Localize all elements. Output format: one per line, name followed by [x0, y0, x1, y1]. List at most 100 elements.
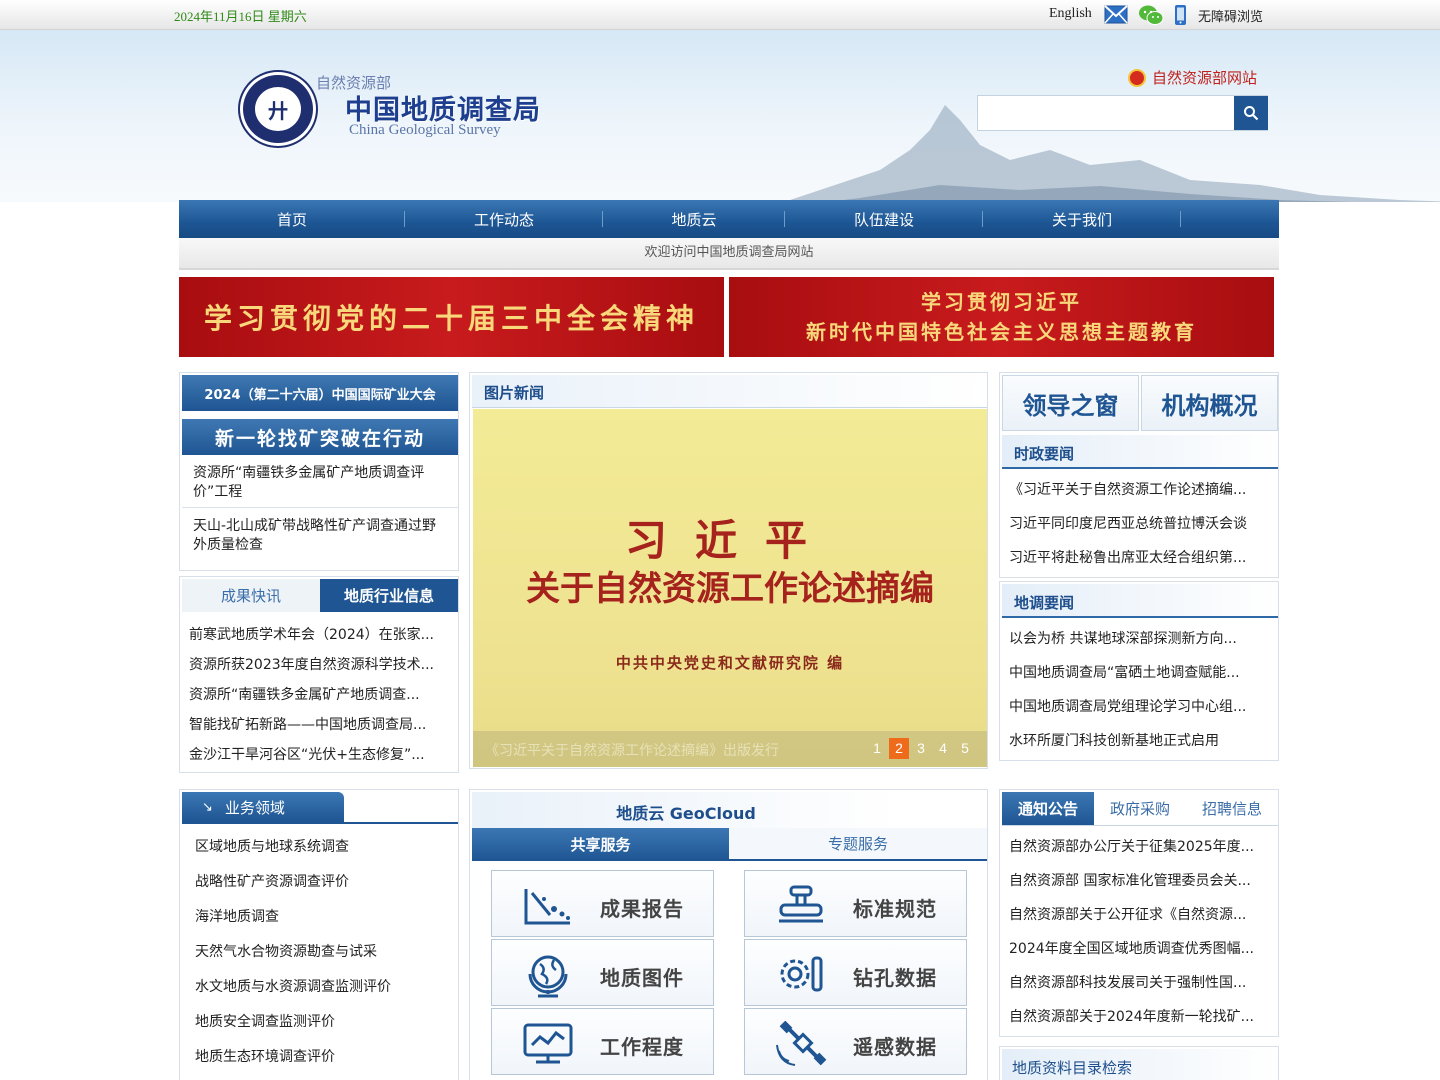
- service-label: 钻孔数据: [853, 966, 937, 990]
- cgs-logo[interactable]: 廾: [240, 72, 316, 146]
- list-item[interactable]: 前寒武地质学术年会（2024）在张家...: [189, 624, 451, 644]
- landslide-icon: [524, 889, 570, 925]
- service-label: 标准规范: [853, 897, 937, 921]
- search-box: [977, 95, 1268, 131]
- nav-geocloud[interactable]: 地质云: [603, 200, 785, 238]
- prospecting-breakthrough-banner[interactable]: 新一轮找矿突破在行动: [182, 419, 458, 455]
- service-results-report[interactable]: 成果报告: [491, 870, 714, 937]
- list-item[interactable]: 2024年度全国区域地质调查优秀图幅...: [1009, 938, 1271, 958]
- list-item[interactable]: 自然资源部关于2024年度新一轮找矿...: [1009, 1006, 1271, 1026]
- business-item[interactable]: 海洋地质调查: [195, 906, 279, 926]
- tab-notices[interactable]: 通知公告: [1002, 792, 1094, 825]
- list-item[interactable]: 以会为桥 共谋地球深部探测新方向...: [1009, 628, 1271, 648]
- list-item[interactable]: 中国地质调查局党组理论学习中心组...: [1009, 696, 1271, 716]
- service-borehole-data[interactable]: 钻孔数据: [744, 939, 967, 1006]
- nav-about[interactable]: 关于我们: [983, 200, 1181, 238]
- list-item[interactable]: 习近平将赴秘鲁出席亚太经合组织第...: [1009, 547, 1271, 567]
- slide-page-3[interactable]: 3: [911, 738, 931, 759]
- tab-recruitment[interactable]: 招聘信息: [1186, 792, 1278, 825]
- politics-news-title: 时政要闻: [1014, 445, 1075, 463]
- service-remote-sensing[interactable]: 遥感数据: [744, 1008, 967, 1075]
- organization-overview-button[interactable]: 机构概况: [1141, 375, 1278, 431]
- business-item[interactable]: 天然气水合物资源勘查与试采: [195, 941, 377, 961]
- tab-shared-services[interactable]: 共享服务: [472, 828, 729, 861]
- slide-subheading: 关于自然资源工作论述摘编: [526, 569, 934, 609]
- mnr-website-label: 自然资源部网站: [1152, 69, 1258, 87]
- main-nav: 首页 工作动态 地质云 队伍建设 关于我们: [179, 200, 1279, 238]
- slide-caption[interactable]: 《习近平关于自然资源工作论述摘编》出版发行: [485, 740, 779, 760]
- photo-news-panel: 图片新闻 习近平 关于自然资源工作论述摘编 中共中央党史和文献研究院 编 《习近…: [469, 372, 988, 769]
- tab-topic-services[interactable]: 专题服务: [729, 828, 987, 861]
- prospecting-panel: 2024（第二十六届）中国国际矿业大会 新一轮找矿突破在行动 资源所“南疆铁多金…: [179, 372, 459, 571]
- gear-icon: [780, 956, 823, 992]
- mining-conference-banner[interactable]: 2024（第二十六届）中国国际矿业大会: [182, 375, 458, 411]
- tab-industry-info[interactable]: 地质行业信息: [320, 579, 458, 612]
- logo-english-title: China Geological Survey: [349, 122, 501, 138]
- photo-news-slide[interactable]: 习近平 关于自然资源工作论述摘编 中共中央党史和文献研究院 编 《习近平关于自然…: [473, 409, 987, 767]
- business-item[interactable]: 区域地质与地球系统调查: [195, 836, 349, 856]
- search-icon: [1244, 106, 1259, 121]
- survey-news-title: 地调要闻: [1014, 594, 1075, 612]
- english-link[interactable]: English: [1049, 6, 1092, 22]
- business-item[interactable]: 地质安全调查监测评价: [195, 1011, 335, 1031]
- banner-theme-education[interactable]: 学习贯彻习近平 新时代中国特色社会主义思想主题教育: [729, 277, 1274, 357]
- service-label: 成果报告: [600, 897, 684, 921]
- business-item[interactable]: 水文地质与水资源调查监测评价: [195, 976, 391, 996]
- list-item[interactable]: 自然资源部 国家标准化管理委员会关...: [1009, 870, 1271, 890]
- tab-results-news[interactable]: 成果快讯: [182, 579, 320, 612]
- notices-panel: 通知公告 政府采购 招聘信息 自然资源部办公厅关于征集2025年度... 自然资…: [999, 789, 1279, 1037]
- top-bar: 2024年11月16日 星期六 English 无障碍浏览: [0, 0, 1440, 30]
- slide-heading: 习近平: [624, 516, 835, 565]
- service-label: 工作程度: [600, 1035, 684, 1059]
- list-item[interactable]: 资源所“南疆铁多金属矿产地质调查...: [189, 684, 451, 704]
- banner-line-1: 学习贯彻习近平: [921, 290, 1082, 314]
- business-areas-title: 业务领域: [224, 798, 285, 817]
- list-item[interactable]: 资源所获2023年度自然资源科学技术...: [189, 654, 451, 674]
- divider: [182, 822, 458, 824]
- mobile-icon[interactable]: [1174, 4, 1187, 30]
- list-item[interactable]: 自然资源部关于公开征求《自然资源...: [1009, 904, 1271, 924]
- nav-team[interactable]: 队伍建设: [785, 200, 983, 238]
- nav-home[interactable]: 首页: [179, 200, 405, 238]
- list-item[interactable]: 水环所厦门科技创新基地正式启用: [1009, 730, 1271, 750]
- leaders-window-button[interactable]: 领导之窗: [1002, 375, 1139, 431]
- slide-page-2[interactable]: 2: [889, 738, 909, 759]
- photo-news-title: 图片新闻: [484, 384, 545, 402]
- list-item[interactable]: 自然资源部科技发展司关于强制性国...: [1009, 972, 1271, 992]
- mnr-website-link[interactable]: 自然资源部网站: [1128, 67, 1257, 88]
- service-standards[interactable]: 标准规范: [744, 870, 967, 937]
- list-item[interactable]: 《习近平关于自然资源工作论述摘编...: [1009, 479, 1271, 499]
- wechat-icon[interactable]: [1138, 4, 1164, 30]
- list-item[interactable]: 智能找矿拓新路——中国地质调查局...: [189, 714, 451, 734]
- list-item[interactable]: 自然资源部办公厅关于征集2025年度...: [1009, 836, 1271, 856]
- catalog-search-title[interactable]: 地质资料目录检索: [1012, 1057, 1132, 1078]
- prospect-news-item[interactable]: 资源所“南疆铁多金属矿产地质调查评价”工程: [193, 464, 449, 502]
- slide-page-1[interactable]: 1: [867, 738, 887, 759]
- service-geological-maps[interactable]: 地质图件: [491, 939, 714, 1006]
- list-item[interactable]: 中国地质调查局“富硒土地调查赋能...: [1009, 662, 1271, 682]
- business-item[interactable]: 战略性矿产资源调查评价: [195, 871, 349, 891]
- monitor-chart-icon: [523, 1023, 573, 1064]
- nav-work-news[interactable]: 工作动态: [405, 200, 603, 238]
- search-input[interactable]: [978, 96, 1234, 130]
- mail-icon[interactable]: [1104, 5, 1128, 28]
- slide-caption-bar: 《习近平关于自然资源工作论述摘编》出版发行 1 2 3 4 5: [473, 731, 987, 767]
- divider: [182, 507, 458, 508]
- list-item[interactable]: 习近平同印度尼西亚总统普拉博沃会谈: [1009, 513, 1271, 533]
- search-button[interactable]: [1234, 96, 1268, 130]
- banner-third-plenum[interactable]: 学习贯彻党的二十届三中全会精神: [179, 277, 724, 357]
- list-item[interactable]: 金沙江干旱河谷区“光伏+生态修复”...: [189, 744, 451, 764]
- stamp-icon: [779, 885, 823, 923]
- prospect-news-item[interactable]: 天山-北山成矿带战略性矿产调查通过野外质量检查: [193, 517, 449, 555]
- catalog-search-panel: 地质资料目录检索: [999, 1046, 1279, 1080]
- service-work-degree[interactable]: 工作程度: [491, 1008, 714, 1075]
- accessible-browse-link[interactable]: 无障碍浏览: [1198, 6, 1263, 25]
- business-areas-panel: ↘ 业务领域 区域地质与地球系统调查 战略性矿产资源调查评价 海洋地质调查 天然…: [179, 789, 459, 1080]
- business-item[interactable]: 地质生态环境调查评价: [195, 1046, 335, 1066]
- results-news-panel: 成果快讯 地质行业信息 前寒武地质学术年会（2024）在张家... 资源所获20…: [179, 576, 459, 773]
- geocloud-panel: 地质云 GeoCloud 共享服务 专题服务 成果报告 标准规范 地质图件 钻孔…: [469, 789, 988, 1080]
- service-label: 遥感数据: [853, 1035, 937, 1059]
- slide-page-5[interactable]: 5: [955, 738, 975, 759]
- slide-page-4[interactable]: 4: [933, 738, 953, 759]
- tab-procurement[interactable]: 政府采购: [1094, 792, 1186, 825]
